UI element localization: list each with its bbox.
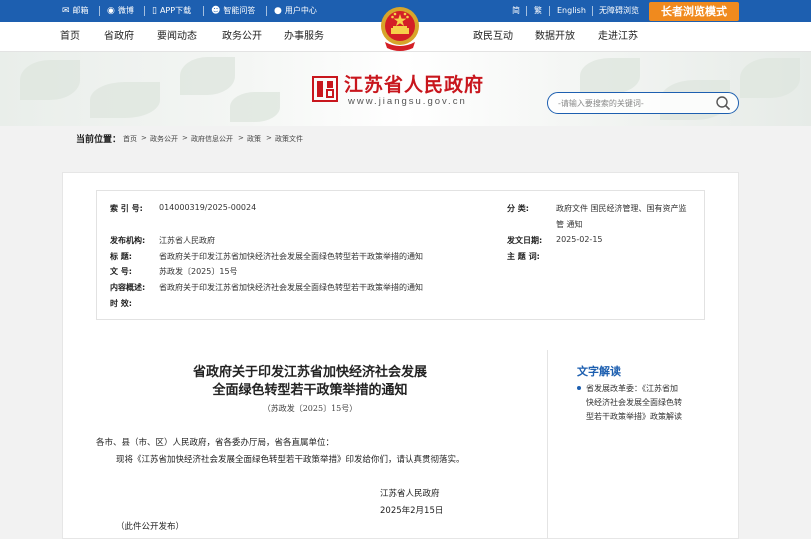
divider	[549, 6, 550, 16]
summary-value: 省政府关于印发江苏省加快经济社会发展全面绿色转型若干政策举措的通知	[159, 283, 423, 292]
jiangsu-logo-icon	[312, 76, 338, 102]
breadcrumb-separator: >	[266, 134, 272, 142]
nav-home[interactable]: 首页	[60, 22, 80, 52]
document-body: 现将《江苏省加快经济社会发展全面绿色转型若干政策举措》印发给你们，请认真贯彻落实…	[116, 455, 465, 465]
search-input[interactable]	[558, 96, 708, 110]
robot-icon: ☻	[211, 6, 221, 16]
interpretation-heading: 文字解读	[577, 365, 621, 378]
app-download-link[interactable]: ▯ APP下载	[152, 0, 191, 22]
mail-icon: ✉	[62, 6, 70, 16]
decorative-leaf	[20, 60, 80, 100]
issue-date-label: 发文日期:	[507, 236, 543, 245]
divider	[144, 6, 145, 16]
document-title: 省政府关于印发江苏省加快经济社会发展 全面绿色转型若干政策举措的通知	[150, 364, 470, 400]
index-number-label: 索 引 号:	[110, 204, 143, 213]
bullet-icon	[577, 386, 581, 390]
user-icon: ●	[274, 6, 282, 16]
interpretation-link-continued[interactable]: 型若干政策举措》政策解读	[586, 410, 682, 423]
issuer-label: 发布机构:	[110, 236, 146, 245]
document-number-label: 文 号:	[110, 267, 132, 276]
divider	[99, 6, 100, 16]
breadcrumb-government-affairs[interactable]: 政务公开	[150, 134, 178, 144]
nav-open-data[interactable]: 数据开放	[535, 22, 575, 52]
decorative-leaf	[180, 57, 235, 95]
issuer-value: 江苏省人民政府	[159, 236, 215, 245]
breadcrumb-separator: >	[238, 134, 244, 142]
index-number-value: 014000319/2025-00024	[159, 203, 257, 212]
simplified-chinese-link[interactable]: 简	[512, 0, 520, 22]
nav-provincial-government[interactable]: 省政府	[104, 22, 134, 52]
category-value: 政府文件 国民经济管理、国有资产监	[556, 204, 687, 213]
phone-icon: ▯	[152, 6, 157, 16]
mail-link[interactable]: ✉ 邮箱	[62, 0, 89, 22]
breadcrumb-label: 当前位置：	[76, 135, 122, 145]
national-emblem-icon	[381, 7, 419, 51]
search-box	[547, 92, 739, 114]
interpretation-link-continued[interactable]: 快经济社会发展全面绿色转	[586, 396, 682, 409]
weibo-icon: ◉	[107, 6, 115, 16]
site-banner: 江苏省人民政府 www.jiangsu.gov.cn	[0, 52, 811, 126]
decorative-leaf	[580, 58, 640, 94]
nav-news[interactable]: 要闻动态	[157, 22, 197, 52]
nav-government-affairs[interactable]: 政务公开	[222, 22, 262, 52]
nav-about-jiangsu[interactable]: 走进江苏	[598, 22, 638, 52]
subject-words-label: 主 题 词:	[507, 252, 540, 261]
breadcrumb-separator: >	[141, 134, 147, 142]
breadcrumb-separator: >	[182, 134, 188, 142]
weibo-link[interactable]: ◉ 微博	[107, 0, 134, 22]
site-url: www.jiangsu.gov.cn	[348, 96, 467, 107]
publication-note: （此件公开发布）	[116, 522, 185, 532]
interpretation-link[interactable]: 省发展改革委：《江苏省加	[586, 382, 678, 395]
accessible-browse-link[interactable]: 无障碍浏览	[599, 0, 639, 22]
decorative-leaf	[740, 58, 800, 98]
traditional-chinese-link[interactable]: 繁	[534, 0, 542, 22]
english-link[interactable]: English	[557, 0, 586, 22]
document-number-value: 苏政发〔2025〕15号	[159, 267, 238, 276]
search-icon[interactable]	[714, 95, 732, 111]
breadcrumb: 当前位置： 首页 > 政务公开 > 政府信息公开 > 政策 > 政策文件	[0, 126, 811, 150]
document-title-line: 省政府关于印发江苏省加快经济社会发展	[192, 365, 427, 380]
signature: 江苏省人民政府	[380, 489, 440, 499]
addressee: 各市、县（市、区）人民政府，省各委办厅局，省各直属单位：	[96, 438, 335, 448]
title-value: 省政府关于印发江苏省加快经济社会发展全面绿色转型若干政策举措的通知	[159, 252, 423, 261]
summary-label: 内容概述:	[110, 283, 146, 292]
divider	[526, 6, 527, 16]
site-title: 江苏省人民政府	[344, 74, 485, 96]
decorative-leaf	[90, 82, 160, 118]
category-label: 分 类:	[507, 204, 529, 213]
breadcrumb-policy-documents[interactable]: 政策文件	[275, 134, 303, 144]
title-label: 标 题:	[110, 252, 132, 261]
user-center-link[interactable]: ● 用户中心	[274, 0, 317, 22]
issue-date-value: 2025-02-15	[556, 235, 603, 244]
divider	[592, 6, 593, 16]
sign-date: 2025年2月15日	[380, 506, 444, 516]
divider	[547, 350, 548, 539]
breadcrumb-home[interactable]: 首页	[123, 134, 137, 144]
divider	[203, 6, 204, 16]
elder-mode-button[interactable]: 长者浏览模式	[649, 2, 739, 21]
breadcrumb-info-disclosure[interactable]: 政府信息公开	[191, 134, 233, 144]
document-number: （苏政发〔2025〕15号）	[262, 404, 358, 413]
validity-label: 时 效:	[110, 299, 132, 308]
breadcrumb-policy[interactable]: 政策	[247, 134, 261, 144]
divider	[266, 6, 267, 16]
nav-interaction[interactable]: 政民互动	[473, 22, 513, 52]
decorative-leaf	[230, 92, 280, 122]
assistant-link[interactable]: ☻ 智能问答	[211, 0, 255, 22]
category-value-continued: 管 通知	[556, 220, 583, 229]
nav-services[interactable]: 办事服务	[284, 22, 324, 52]
document-title-line: 全面绿色转型若干政策举措的通知	[212, 383, 408, 398]
